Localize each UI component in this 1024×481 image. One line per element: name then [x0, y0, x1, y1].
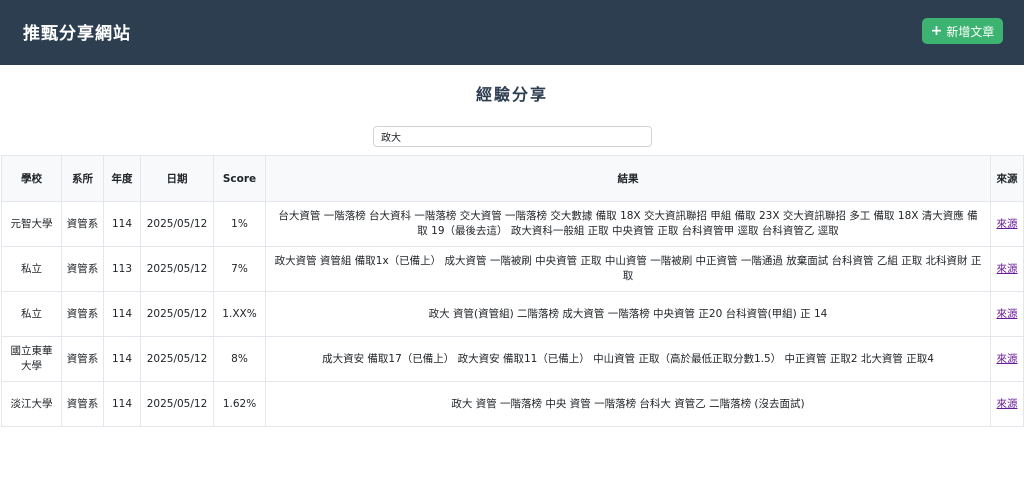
cell-source: 來源	[990, 201, 1024, 247]
table-row: 私立 資管系 113 2025/05/12 7% 政大資管 資管組 備取1x（已…	[1, 246, 1024, 292]
header-result: 結果	[265, 155, 991, 202]
cell-result: 成大資安 備取17（已備上） 政大資安 備取11（已備上） 中山資管 正取（高於…	[265, 336, 991, 382]
cell-year: 114	[103, 201, 141, 247]
cell-year: 114	[103, 336, 141, 382]
header-source: 來源	[990, 155, 1024, 202]
header-school: 學校	[1, 155, 62, 202]
cell-dept: 資管系	[61, 246, 104, 292]
table-row: 私立 資管系 114 2025/05/12 1.XX% 政大 資管(資管組) 二…	[1, 291, 1024, 337]
source-link[interactable]: 來源	[997, 218, 1018, 230]
cell-source: 來源	[990, 381, 1024, 427]
plus-icon: +	[930, 23, 943, 39]
cell-year: 114	[103, 291, 141, 337]
cell-score: 7%	[213, 246, 266, 292]
table-row: 國立東華大學 資管系 114 2025/05/12 8% 成大資安 備取17（已…	[1, 336, 1024, 382]
cell-date: 2025/05/12	[140, 246, 214, 292]
cell-result: 政大 資管(資管組) 二階落榜 成大資管 一階落榜 中央資管 正20 台科資管(…	[265, 291, 991, 337]
source-link[interactable]: 來源	[997, 398, 1018, 410]
cell-date: 2025/05/12	[140, 201, 214, 247]
site-brand[interactable]: 推甄分享網站	[23, 19, 131, 44]
cell-year: 113	[103, 246, 141, 292]
cell-result: 台大資管 一階落榜 台大資科 一階落榜 交大資管 一階落榜 交大數據 備取 18…	[265, 201, 991, 247]
source-link[interactable]: 來源	[997, 353, 1018, 365]
cell-school: 私立	[1, 246, 62, 292]
add-article-button[interactable]: + 新增文章	[922, 18, 1003, 44]
cell-score: 1%	[213, 201, 266, 247]
header-date: 日期	[140, 155, 214, 202]
table-header-row: 學校 系所 年度 日期 Score 結果 來源	[1, 155, 1024, 202]
cell-school: 國立東華大學	[1, 336, 62, 382]
cell-dept: 資管系	[61, 381, 104, 427]
cell-date: 2025/05/12	[140, 336, 214, 382]
cell-result: 政大資管 資管組 備取1x（已備上） 成大資管 一階被刷 中央資管 正取 中山資…	[265, 246, 991, 292]
top-navbar: 推甄分享網站 + 新增文章	[0, 0, 1024, 65]
cell-source: 來源	[990, 291, 1024, 337]
cell-school: 元智大學	[1, 201, 62, 247]
cell-score: 1.62%	[213, 381, 266, 427]
source-link[interactable]: 來源	[997, 308, 1018, 320]
add-article-label: 新增文章	[946, 24, 995, 39]
header-dept: 系所	[61, 155, 104, 202]
page-title: 經驗分享	[475, 85, 548, 104]
cell-date: 2025/05/12	[140, 291, 214, 337]
cell-source: 來源	[990, 336, 1024, 382]
header-year: 年度	[103, 155, 141, 202]
cell-school: 私立	[1, 291, 62, 337]
table-row: 元智大學 資管系 114 2025/05/12 1% 台大資管 一階落榜 台大資…	[1, 201, 1024, 247]
cell-result: 政大 資管 一階落榜 中央 資管 一階落榜 台科大 資管乙 二階落榜 (沒去面試…	[265, 381, 991, 427]
cell-dept: 資管系	[61, 336, 104, 382]
source-link[interactable]: 來源	[997, 263, 1018, 275]
table-row: 淡江大學 資管系 114 2025/05/12 1.62% 政大 資管 一階落榜…	[1, 381, 1024, 427]
cell-dept: 資管系	[61, 291, 104, 337]
header-score: Score	[213, 155, 266, 202]
cell-score: 8%	[213, 336, 266, 382]
cell-year: 114	[103, 381, 141, 427]
cell-dept: 資管系	[61, 201, 104, 247]
cell-date: 2025/05/12	[140, 381, 214, 427]
experience-table: 學校 系所 年度 日期 Score 結果 來源 元智大學 資管系 114 202…	[1, 155, 1024, 427]
search-input[interactable]	[373, 126, 652, 147]
cell-score: 1.XX%	[213, 291, 266, 337]
cell-source: 來源	[990, 246, 1024, 292]
cell-school: 淡江大學	[1, 381, 62, 427]
